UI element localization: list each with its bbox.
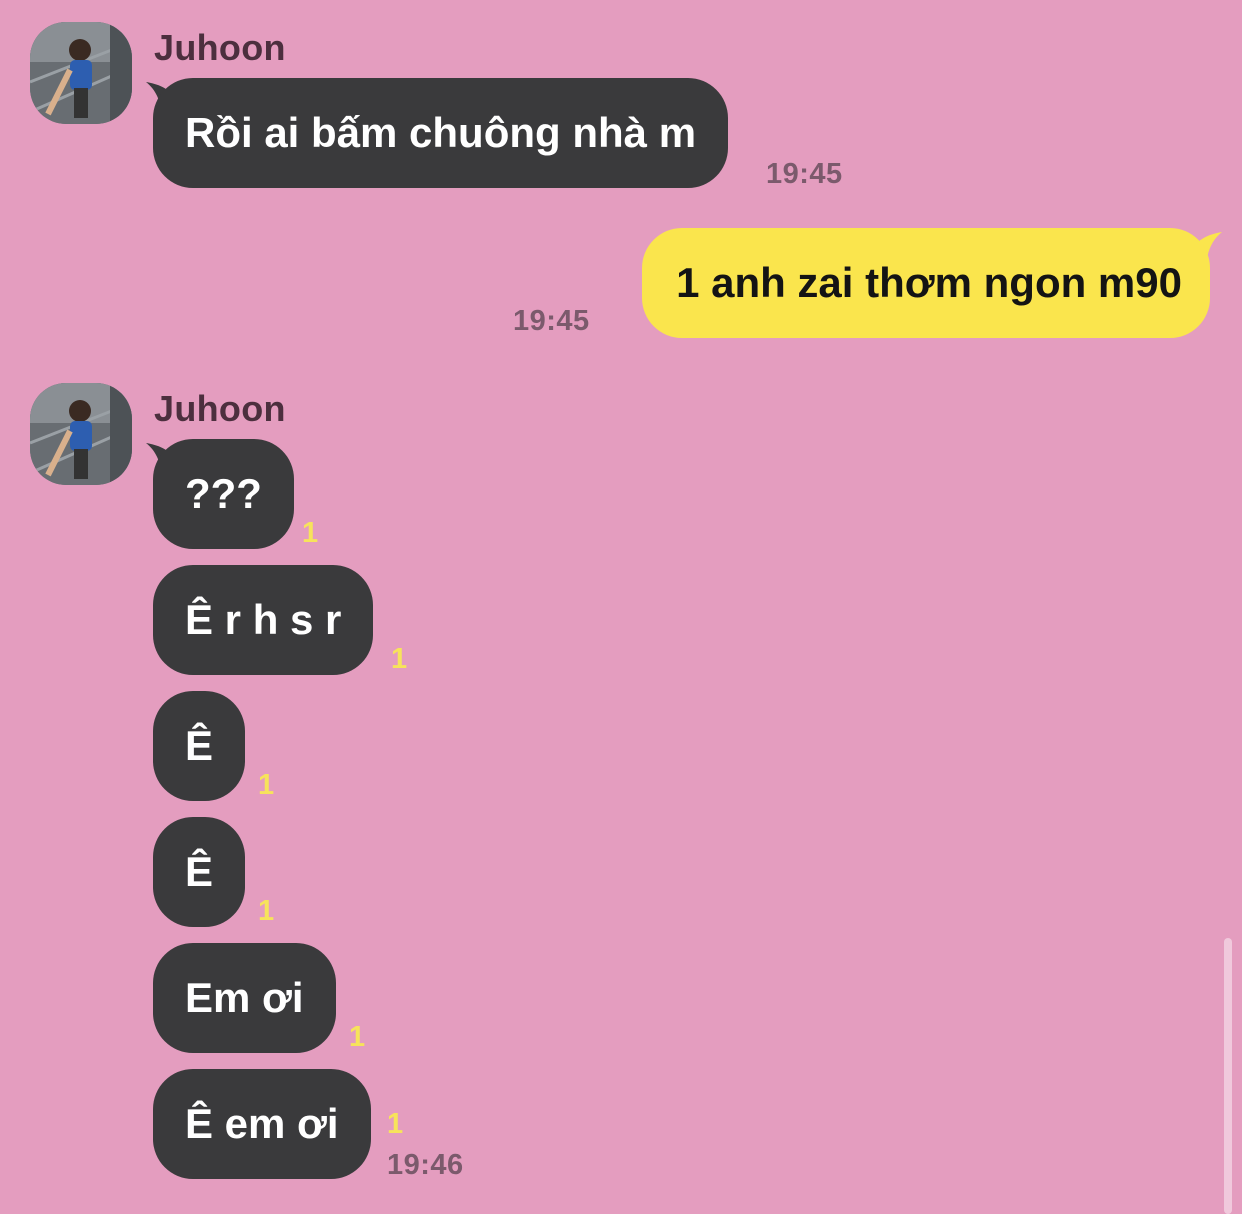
message-text: Rồi ai bấm chuông nhà m — [185, 109, 697, 156]
avatar-photo-icon — [30, 22, 132, 124]
message-timestamp: 19:45 — [766, 158, 843, 190]
message-text: Em ơi — [185, 974, 304, 1021]
unread-count: 1 — [387, 1108, 404, 1140]
message-bubble-incoming[interactable]: Em ơi — [153, 943, 336, 1053]
message-timestamp: 19:46 — [387, 1149, 464, 1181]
message-text: Ê em ơi — [185, 1100, 339, 1147]
scrollbar[interactable] — [1224, 938, 1232, 1214]
message-text: Ê — [185, 848, 214, 895]
message-bubble-incoming[interactable]: Ê em ơi — [153, 1069, 371, 1179]
message-text: Ê — [185, 722, 214, 769]
unread-count: 1 — [258, 769, 275, 801]
unread-count: 1 — [258, 895, 275, 927]
contact-avatar[interactable] — [30, 22, 132, 124]
sender-name: Juhoon — [154, 388, 286, 429]
message-bubble-incoming[interactable]: ??? — [153, 439, 294, 549]
message-text: 1 anh zai thơm ngon m90 — [676, 259, 1182, 306]
sender-name: Juhoon — [154, 27, 286, 68]
unread-count: 1 — [349, 1021, 366, 1053]
message-bubble-incoming[interactable]: Rồi ai bấm chuông nhà m — [153, 78, 729, 188]
message-timestamp: 19:45 — [513, 305, 590, 337]
contact-avatar[interactable] — [30, 383, 132, 485]
unread-count: 1 — [302, 517, 319, 549]
unread-count: 1 — [391, 643, 408, 675]
avatar-photo-icon — [30, 383, 132, 485]
message-text: Ê r h s r — [185, 596, 342, 643]
message-bubble-incoming[interactable]: Ê r h s r — [153, 565, 374, 675]
message-bubble-incoming[interactable]: Ê — [153, 691, 246, 801]
message-text: ??? — [185, 470, 262, 517]
message-bubble-outgoing[interactable]: 1 anh zai thơm ngon m90 — [642, 228, 1210, 338]
message-bubble-incoming[interactable]: Ê — [153, 817, 246, 927]
